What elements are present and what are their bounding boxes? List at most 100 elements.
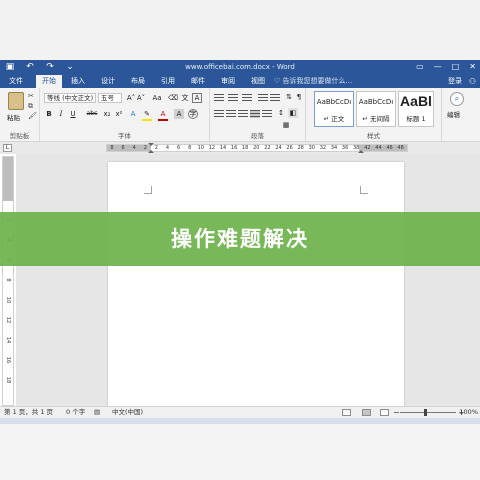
format-painter-icon[interactable]: 🖌 (28, 112, 37, 120)
style-no-spacing-sample: AaBbCcDı (358, 98, 394, 106)
align-left-icon[interactable] (214, 110, 224, 118)
copy-icon[interactable]: ⧉ (28, 102, 37, 110)
bullets-icon[interactable] (214, 94, 224, 102)
character-border-icon[interactable]: A (192, 93, 202, 103)
superscript-button[interactable]: x² (114, 109, 124, 119)
line-spacing-icon[interactable]: ↕ (276, 108, 286, 118)
ruler-row: L 8 6 4 2 2 4 6 8 10 12 14 16 18 20 22 24 26 28 30 32 34 36 38… (0, 142, 480, 154)
top-margin-shade (3, 157, 13, 201)
ruler-tick-label: 34 (330, 145, 338, 151)
tab-references[interactable]: 引用 (156, 75, 180, 88)
paste-button-label[interactable]: 粘贴 (7, 112, 20, 122)
zoom-out-button[interactable]: − (393, 407, 400, 418)
cut-icon[interactable]: ✂ (28, 92, 37, 100)
vertical-ruler[interactable]: 24681012141618 (2, 156, 14, 406)
ruler-tick-label: 44 (375, 145, 382, 151)
styles-group: AaBbCcDı ↵ 正文 AaBbCcDı ↵ 无间隔 AaBl 标题 1 样… (306, 88, 442, 142)
window-title: www.officebai.com.docx - Word (185, 63, 295, 71)
vertical-ruler-tick-label: 14 (5, 336, 11, 344)
style-no-spacing-name: ↵ 无间隔 (362, 115, 390, 123)
read-mode-button[interactable] (342, 409, 351, 416)
align-center-icon[interactable] (226, 110, 236, 118)
sort-icon[interactable]: ⇅ (284, 92, 294, 102)
phonetic-guide-icon[interactable]: 文 (180, 93, 190, 103)
ruler-tick-label: 30 (308, 145, 315, 151)
enclose-characters-icon[interactable]: 字 (188, 109, 198, 119)
paragraph-group-label: 段落 (251, 132, 264, 140)
text-effects-icon[interactable]: A (128, 109, 138, 119)
ruler-tick-label: 10 (197, 145, 204, 151)
tab-view[interactable]: 视图 (246, 75, 270, 88)
align-right-icon[interactable] (238, 110, 248, 118)
tab-selector[interactable]: L (3, 144, 12, 152)
print-layout-button[interactable] (362, 409, 371, 416)
document-area[interactable] (16, 154, 480, 406)
ruler-tick-label: 42 (364, 145, 371, 151)
horizontal-ruler[interactable]: 8 6 4 2 2 4 6 8 10 12 14 16 18 20 22 24 26 28 30 32 34 36 38 42… (106, 143, 408, 153)
minimize-icon[interactable]: — (434, 60, 442, 74)
close-icon[interactable]: ✕ (469, 60, 476, 74)
vertical-ruler-tick-label: 12 (5, 316, 11, 324)
tab-mailings[interactable]: 邮件 (186, 75, 210, 88)
proofing-icon[interactable]: ▤ (94, 407, 100, 418)
multilevel-list-icon[interactable] (242, 94, 252, 102)
highlight-icon[interactable]: ✎ (142, 109, 152, 121)
font-color-button[interactable]: A (158, 109, 168, 121)
shading-icon[interactable]: ◧ (288, 108, 298, 118)
style-no-spacing[interactable]: AaBbCcDı ↵ 无间隔 (356, 91, 396, 127)
borders-icon[interactable]: ▦ (276, 120, 296, 130)
numbering-icon[interactable] (228, 94, 238, 102)
font-size-select[interactable]: 五号 (98, 93, 122, 103)
zoom-level[interactable]: 100% (459, 407, 478, 418)
zoom-slider-thumb[interactable] (424, 409, 427, 416)
font-name-select[interactable]: 等线 (中文正文) (44, 93, 96, 103)
style-heading-1[interactable]: AaBl 标题 1 (398, 91, 434, 127)
paste-icon[interactable] (8, 92, 24, 110)
clipboard-group: 粘贴 ✂ ⧉ 🖌 剪贴板 (0, 88, 40, 142)
ribbon-display-icon[interactable]: ▭ (416, 60, 424, 74)
word-count[interactable]: 0 个字 (66, 407, 85, 418)
tab-layout[interactable]: 布局 (126, 75, 150, 88)
grow-font-button[interactable]: A˄ (126, 93, 136, 103)
clear-formatting-icon[interactable]: ⌫ (168, 93, 178, 103)
status-bar: 第 1 页，共 1 页 0 个字 ▤ 中文(中国) − + 100% (0, 406, 480, 418)
vertical-ruler-tick-label: 18 (5, 376, 11, 384)
maximize-icon[interactable]: □ (452, 60, 460, 74)
editing-button-label[interactable]: 编辑 (447, 109, 460, 119)
styles-group-label: 样式 (367, 132, 380, 140)
login-link[interactable]: 登录 (448, 75, 462, 88)
style-normal[interactable]: AaBbCcDı ↵ 正文 (314, 91, 354, 127)
ribbon-tabs: 文件 开始 插入 设计 布局 引用 邮件 审阅 视图 ♡ 告诉我您想要做什么..… (0, 74, 480, 88)
bold-button[interactable]: B (44, 109, 54, 119)
decrease-indent-icon[interactable] (258, 94, 268, 102)
document-page[interactable] (108, 162, 404, 406)
tab-review[interactable]: 审阅 (216, 75, 240, 88)
style-normal-sample: AaBbCcDı (316, 98, 352, 106)
page-count[interactable]: 第 1 页，共 1 页 (4, 407, 53, 418)
character-shading-icon[interactable]: A (174, 109, 184, 119)
tab-file[interactable]: 文件 (4, 75, 28, 88)
language-indicator[interactable]: 中文(中国) (112, 407, 143, 418)
ruler-tick-label: 38 (353, 145, 360, 151)
style-heading-1-sample: AaBl (400, 93, 432, 109)
tab-home[interactable]: 开始 (36, 75, 62, 88)
search-icon[interactable]: ⌕ (450, 92, 464, 106)
strikethrough-button[interactable]: abc (84, 109, 100, 119)
justify-icon[interactable] (250, 110, 260, 118)
show-marks-icon[interactable]: ¶ (294, 92, 304, 102)
underline-button[interactable]: U (68, 109, 78, 119)
zoom-slider-track[interactable] (400, 412, 456, 413)
increase-indent-icon[interactable] (270, 94, 280, 102)
tab-insert[interactable]: 插入 (66, 75, 90, 88)
distributed-icon[interactable] (262, 110, 272, 118)
italic-button[interactable]: I (56, 109, 66, 119)
change-case-button[interactable]: Aa (150, 93, 164, 103)
shrink-font-button[interactable]: A˅ (136, 93, 146, 103)
tab-design[interactable]: 设计 (96, 75, 120, 88)
share-icon[interactable]: ⚇ (469, 76, 476, 87)
ruler-tick-label: 28 (297, 145, 304, 151)
page-corner-mark-right (360, 186, 368, 194)
tell-me-search[interactable]: ♡ 告诉我您想要做什么... (274, 75, 352, 88)
web-layout-button[interactable] (380, 409, 389, 416)
subscript-button[interactable]: x₂ (102, 109, 112, 119)
